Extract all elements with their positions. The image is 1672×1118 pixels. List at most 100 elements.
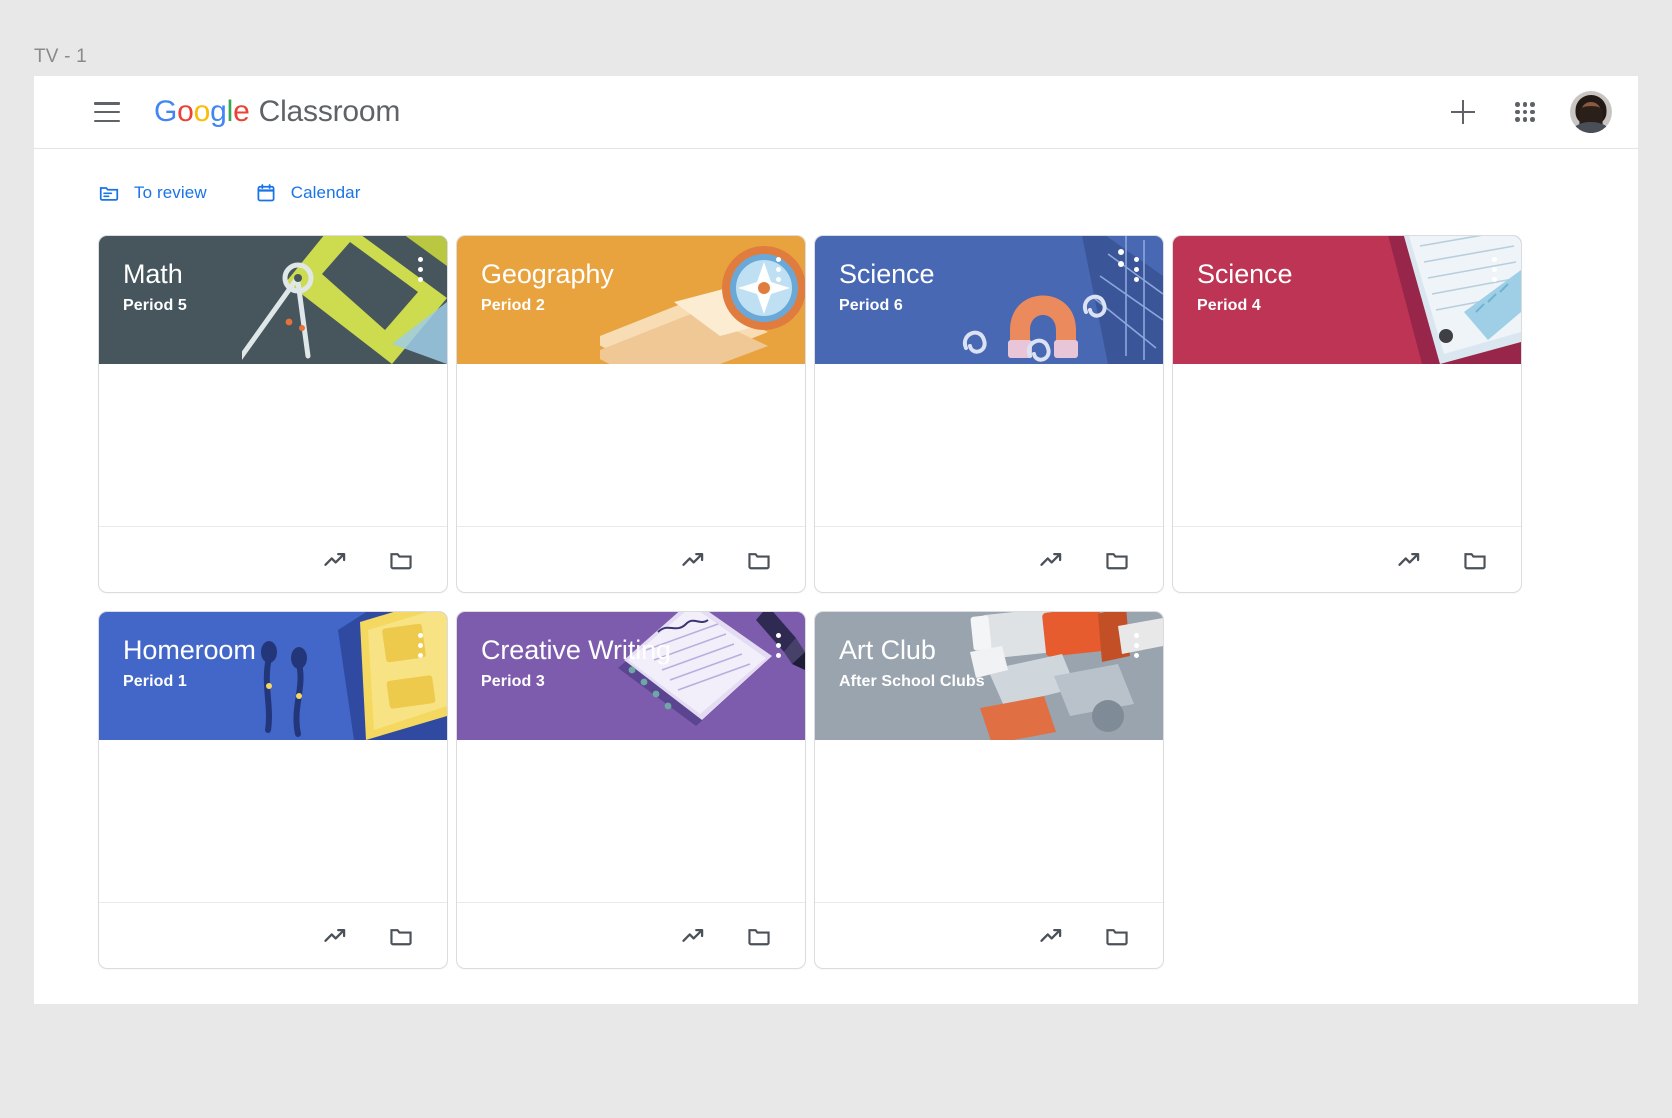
logo-letter-e: e [233,95,250,129]
class-work-button[interactable] [313,538,357,582]
class-card-title[interactable]: Creative Writing [481,634,731,667]
class-card[interactable]: Art Club After School Clubs [814,611,1164,969]
class-card[interactable]: Science Period 6 [814,235,1164,593]
open-your-work-icon [322,547,348,573]
class-folder-button[interactable] [379,538,423,582]
class-card-body [1173,364,1521,526]
calendar-link[interactable]: Calendar [255,182,361,204]
add-class-button[interactable] [1440,89,1486,135]
open-folder-icon [1104,547,1130,573]
class-card-footer [99,526,447,592]
class-card[interactable]: Homeroom Period 1 [98,611,448,969]
class-card-header: Art Club After School Clubs [815,612,1163,740]
class-card-grid: Math Period 5 Geog [34,209,1638,969]
class-card-footer [457,526,805,592]
class-folder-button[interactable] [737,914,781,958]
class-card-footer [1173,526,1521,592]
avatar[interactable] [1570,91,1612,133]
class-card-section: Period 1 [123,673,447,691]
product-name: Classroom [259,95,401,129]
class-folder-button[interactable] [1453,538,1497,582]
class-card-header: Science Period 6 [815,236,1163,364]
class-card-section: Period 2 [481,297,805,315]
open-folder-icon [388,923,414,949]
class-card-footer [457,902,805,968]
open-your-work-icon [680,547,706,573]
class-card-header: Geography Period 2 [457,236,805,364]
class-work-button[interactable] [1387,538,1431,582]
class-card[interactable]: Creative Writing Period 3 [456,611,806,969]
screen-label: TV - 1 [34,46,87,68]
class-work-button[interactable] [313,914,357,958]
class-card-section: Period 5 [123,297,447,315]
open-folder-icon [746,923,772,949]
class-card-title[interactable]: Math [123,258,373,291]
class-card[interactable]: Math Period 5 [98,235,448,593]
open-your-work-icon [1396,547,1422,573]
calendar-label: Calendar [291,183,361,203]
class-card-body [815,364,1163,526]
open-folder-icon [1104,923,1130,949]
app-bar: Google Classroom [34,76,1638,149]
class-card-header: Math Period 5 [99,236,447,364]
google-apps-button[interactable] [1502,89,1548,135]
to-review-icon [98,182,120,204]
class-card-section: After School Clubs [839,673,1163,691]
open-your-work-icon [680,923,706,949]
google-classroom-logo[interactable]: Google Classroom [154,95,400,129]
to-review-link[interactable]: To review [98,182,207,204]
open-your-work-icon [322,923,348,949]
class-card-header: Homeroom Period 1 [99,612,447,740]
class-card-title[interactable]: Science [1197,258,1447,291]
quick-links-bar: To review Calendar [34,149,1638,209]
class-card-title[interactable]: Geography [481,258,731,291]
class-card-more-button[interactable] [765,252,791,286]
open-folder-icon [746,547,772,573]
class-card-title[interactable]: Science [839,258,1089,291]
class-card[interactable]: Geography Period 2 [456,235,806,593]
calendar-icon [255,182,277,204]
class-card-body [457,364,805,526]
class-folder-button[interactable] [737,538,781,582]
class-card-section: Period 4 [1197,297,1521,315]
open-folder-icon [388,547,414,573]
class-card-body [99,740,447,902]
class-folder-button[interactable] [379,914,423,958]
class-card-section: Period 6 [839,297,1163,315]
class-card-title[interactable]: Art Club [839,634,1089,667]
class-work-button[interactable] [1029,914,1073,958]
class-card-body [815,740,1163,902]
class-card-header: Creative Writing Period 3 [457,612,805,740]
avatar-body [1574,122,1608,133]
class-card-more-button[interactable] [1123,252,1149,286]
class-card-more-button[interactable] [407,252,433,286]
class-work-button[interactable] [671,538,715,582]
class-folder-button[interactable] [1095,538,1139,582]
hamburger-menu-icon[interactable] [94,102,120,122]
class-card-body [99,364,447,526]
class-card-header: Science Period 4 [1173,236,1521,364]
class-card-more-button[interactable] [1123,628,1149,662]
logo-letter-o2: o [194,95,211,129]
class-card-body [457,740,805,902]
class-card-more-button[interactable] [407,628,433,662]
class-card[interactable]: Science Period 4 [1172,235,1522,593]
apps-grid-icon [1515,102,1535,122]
logo-letter-o1: o [177,95,194,129]
class-card-section: Period 3 [481,673,805,691]
plus-icon [1451,100,1475,124]
logo-letter-g2: g [210,95,227,129]
to-review-label: To review [134,183,207,203]
classroom-window: Google Classroom To review [34,76,1638,1004]
class-card-title[interactable]: Homeroom [123,634,373,667]
class-work-button[interactable] [1029,538,1073,582]
class-card-more-button[interactable] [765,628,791,662]
class-folder-button[interactable] [1095,914,1139,958]
class-card-footer [815,902,1163,968]
open-folder-icon [1462,547,1488,573]
class-work-button[interactable] [671,914,715,958]
logo-letter-g: G [154,95,177,129]
class-card-footer [815,526,1163,592]
class-card-footer [99,902,447,968]
class-card-more-button[interactable] [1481,252,1507,286]
